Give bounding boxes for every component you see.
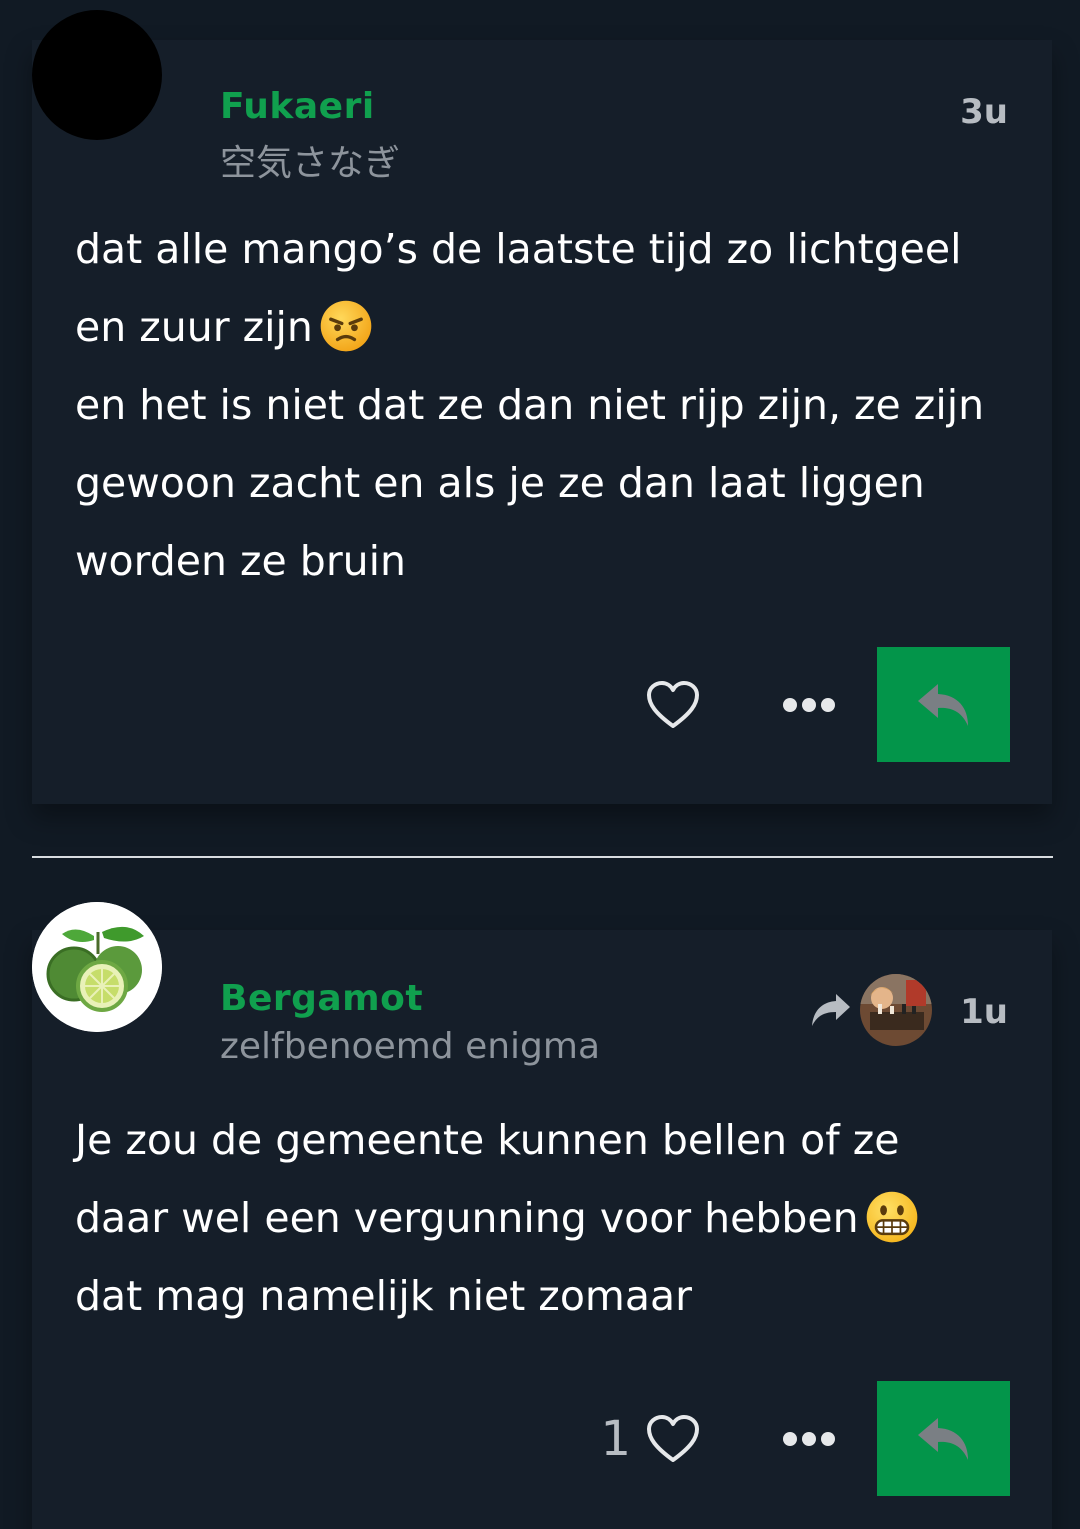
reblogger-avatar[interactable] xyxy=(860,974,932,1046)
post-line: en het is niet dat ze dan niet rijp zijn… xyxy=(75,381,985,429)
heart-outline-icon xyxy=(647,1414,699,1462)
divider xyxy=(32,856,1053,858)
reply-button[interactable] xyxy=(877,647,1010,762)
post-line: worden ze bruin xyxy=(75,537,407,585)
post-actions xyxy=(645,647,1010,762)
user-tagline: 空気さなぎ xyxy=(220,143,401,184)
post-time: 1u xyxy=(960,992,1008,1032)
reply-arrow-icon xyxy=(917,1417,968,1460)
reply-arrow-icon xyxy=(917,683,968,726)
post-line-text: daar wel een vergunning voor hebben xyxy=(75,1194,859,1242)
bergamot-fruit-icon xyxy=(32,902,162,1032)
chess-photo-icon xyxy=(860,974,932,1046)
username[interactable]: Bergamot xyxy=(220,978,423,1019)
ellipsis-icon xyxy=(783,1431,835,1446)
heart-outline-icon xyxy=(647,680,699,728)
feed: Fukaeri 空気さなぎ 3u dat alle mango’s de laa… xyxy=(0,0,1080,1529)
grimacing-face-icon xyxy=(866,1191,917,1243)
post-actions: 1 xyxy=(600,1381,1010,1496)
post-line: Je zou de gemeente kunnen bellen of ze xyxy=(75,1116,900,1164)
more-button[interactable] xyxy=(781,1419,837,1459)
user-tagline: zelfbenoemd enigma xyxy=(220,1026,601,1067)
ellipsis-icon xyxy=(783,697,835,712)
angry-face-icon xyxy=(320,300,372,352)
post-body: Je zou de gemeente kunnen bellen of ze d… xyxy=(75,1101,1012,1335)
post-time: 3u xyxy=(960,92,1008,132)
more-button[interactable] xyxy=(781,685,837,725)
reblog-source[interactable] xyxy=(810,974,932,1046)
post-card: Bergamot zelfbenoemd enigma 1u Je zou de… xyxy=(32,902,1052,1529)
reply-button[interactable] xyxy=(877,1381,1010,1496)
share-arrow-icon xyxy=(812,994,850,1026)
post-card: Fukaeri 空気さなぎ 3u dat alle mango’s de laa… xyxy=(32,10,1052,804)
like-button[interactable] xyxy=(645,677,701,733)
post-line: en zuur zijn xyxy=(75,288,1012,366)
avatar[interactable] xyxy=(32,902,162,1032)
like-count: 1 xyxy=(600,1410,631,1467)
post-line: daar wel een vergunning voor hebben xyxy=(75,1179,1012,1257)
post-body: dat alle mango’s de laatste tijd zo lich… xyxy=(75,210,1012,600)
post-line: gewoon zacht en als je ze dan laat ligge… xyxy=(75,459,925,507)
post-line: dat mag namelijk niet zomaar xyxy=(75,1272,692,1320)
post-line-text: en zuur zijn xyxy=(75,303,313,351)
avatar[interactable] xyxy=(32,10,162,140)
post-line: dat alle mango’s de laatste tijd zo lich… xyxy=(75,225,962,273)
like-button[interactable] xyxy=(645,1411,701,1467)
username[interactable]: Fukaeri xyxy=(220,86,375,127)
